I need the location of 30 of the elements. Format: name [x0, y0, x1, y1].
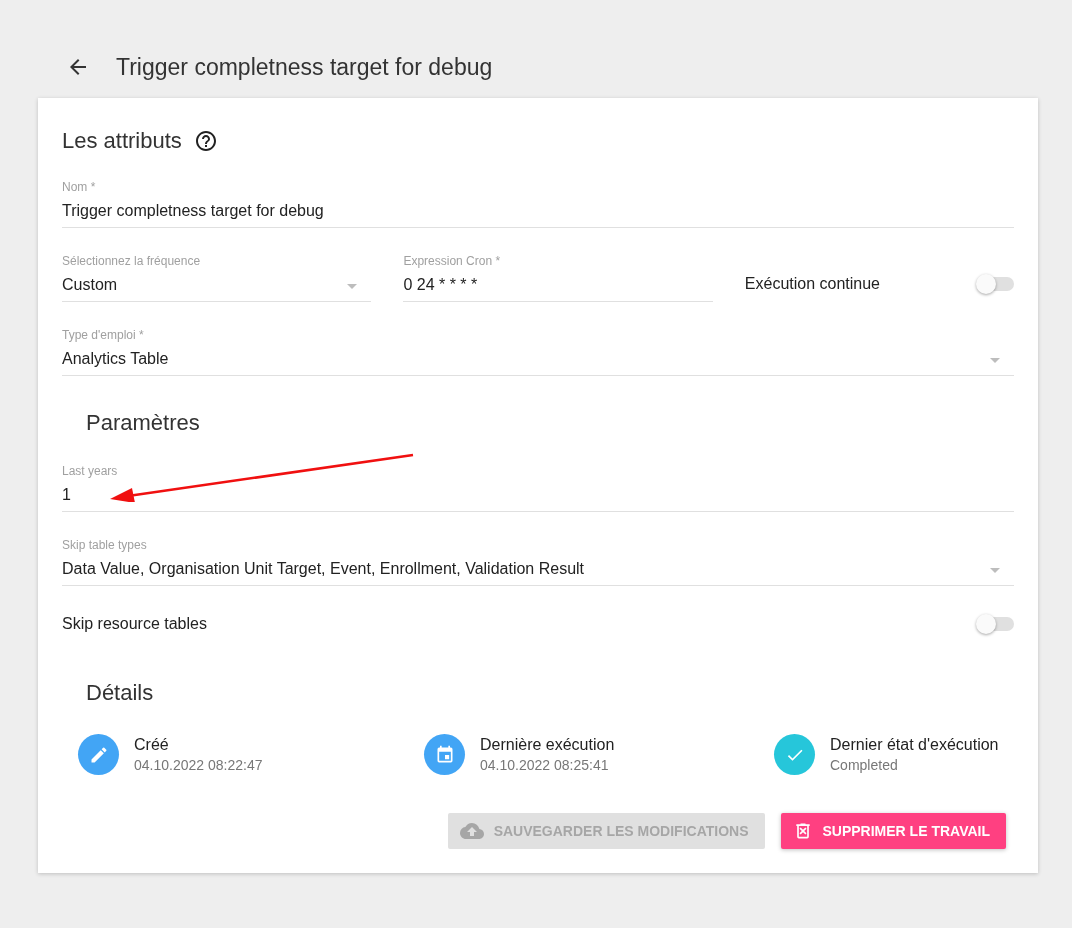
- detail-value: 04.10.2022 08:25:41: [480, 757, 610, 773]
- help-icon[interactable]: [193, 129, 218, 153]
- section-title: Détails: [86, 680, 154, 706]
- field-label: Skip table types: [62, 538, 147, 552]
- select-field[interactable]: Type d'emploi * Analytics Table: [62, 322, 1014, 376]
- section-title: Paramètres: [86, 410, 200, 436]
- detail-value: 04.10.2022 08:22:47: [134, 757, 263, 773]
- select-field[interactable]: Skip table types Data Value, Organisation Unit Target, Event, Enrollment, Validation Result: [62, 532, 1014, 586]
- field-label: Type d'emploi *: [62, 328, 144, 342]
- detail-label: Dernier état d'exécution: [830, 736, 999, 754]
- field-label: Last years: [62, 464, 118, 478]
- toggle-label: Exécution continue: [744, 275, 880, 293]
- field-label: Nom *: [62, 180, 96, 194]
- dropdown-caret-icon: [347, 284, 358, 289]
- toggle-label: Skip resource tables: [62, 615, 207, 633]
- detail-value: Completed: [830, 757, 899, 773]
- detail-label: Dernière exécution: [480, 736, 615, 754]
- input-field[interactable]: Last years 1: [62, 458, 1014, 512]
- detail-label: Créé: [134, 736, 170, 754]
- section-title: Les attributs: [62, 128, 182, 154]
- select-field[interactable]: Sélectionnez la fréquence Custom: [62, 248, 372, 302]
- toggle-switch[interactable]: [976, 614, 1014, 634]
- page-title: Trigger completness target for debug: [116, 53, 493, 81]
- toggle-switch[interactable]: [976, 274, 1014, 294]
- dropdown-caret-icon: [990, 568, 1000, 573]
- field-label: Sélectionnez la fréquence: [62, 254, 201, 268]
- dropdown-caret-icon: [990, 358, 1000, 363]
- field-label: Expression Cron *: [403, 254, 501, 268]
- input-field[interactable]: Nom * Trigger completness target for debug: [62, 174, 1014, 228]
- input-field[interactable]: Expression Cron * 0 24 * * * *: [403, 248, 713, 302]
